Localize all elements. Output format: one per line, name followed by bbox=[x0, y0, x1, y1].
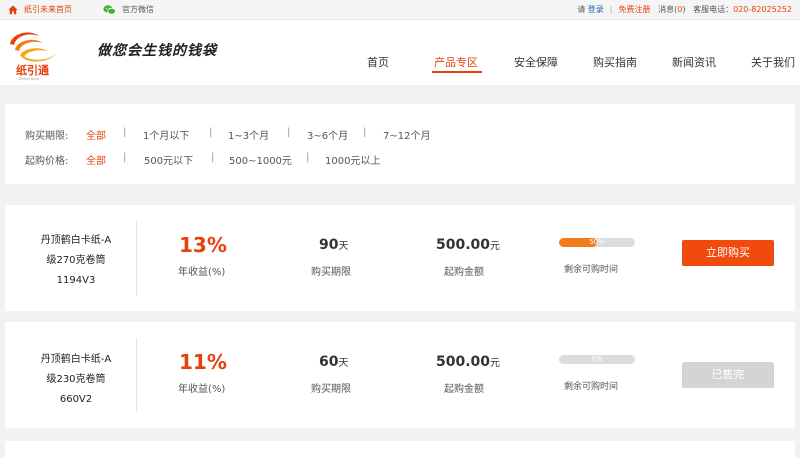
site-header: 纸引通 Zhiyin tong 做您会生钱的钱袋 首页 产品专区 安全保障 购买… bbox=[0, 20, 800, 85]
nav-guide[interactable]: 购买指南 bbox=[593, 54, 637, 70]
home-icon bbox=[8, 5, 18, 14]
progress-label: 剩余可购时间 bbox=[564, 382, 619, 392]
product-name-line: 丹顶鹤白卡纸-A bbox=[40, 235, 112, 246]
term-unit: 天 bbox=[338, 358, 349, 369]
annual-rate-label: 年收益(%) bbox=[178, 267, 226, 278]
product-name-line: 级270克卷筒 bbox=[46, 255, 106, 266]
progress-label: 剩余可购时间 bbox=[564, 265, 619, 275]
top-bar: 纸引未来首页 官方微信 请 登录 | 免费注册 消息(0) 客服电话： 020-8… bbox=[0, 0, 800, 20]
purchase-term: 60天 bbox=[319, 354, 348, 370]
user-links: 请 登录 | 免费注册 消息(0) 客服电话： 020-82025252 bbox=[577, 4, 792, 15]
nav-active-indicator bbox=[432, 71, 482, 73]
filter-period-under-1m[interactable]: 1个月以下 bbox=[143, 127, 189, 142]
logo-icon: 纸引通 Zhiyin tong bbox=[10, 32, 56, 81]
filter-price-label: 起购价格: bbox=[25, 156, 69, 167]
term-value: 60 bbox=[319, 354, 339, 370]
filter-row-period: 购买期限: 全部 | 1个月以下 | 1~3个月 | 3~6个月 | 7~12个… bbox=[25, 127, 785, 142]
product-card: 丹顶鹤白卡纸-A 级270克卷筒 1194V3 13% 年收益(%) 90天 购… bbox=[5, 205, 795, 311]
filter-divider: | bbox=[123, 127, 127, 138]
progress-bar: 0% bbox=[559, 355, 635, 364]
product-name-line: 丹顶鹤白卡纸-A bbox=[40, 354, 112, 365]
filter-period-all[interactable]: 全部 bbox=[86, 127, 106, 142]
filter-period-3-6m[interactable]: 3~6个月 bbox=[307, 127, 348, 142]
product-name[interactable]: 丹顶鹤白卡纸-A 级230克卷筒 660V2 bbox=[25, 350, 127, 410]
filter-period-7-12m[interactable]: 7~12个月 bbox=[383, 127, 430, 142]
product-name-line: 1194V3 bbox=[56, 275, 96, 286]
purchase-term-label: 购买期限 bbox=[311, 384, 351, 395]
purchase-term: 90天 bbox=[319, 237, 348, 253]
wechat-icon bbox=[103, 4, 116, 15]
annual-rate: 13% bbox=[179, 233, 227, 257]
wechat-link[interactable]: 官方微信 bbox=[103, 4, 154, 15]
filter-divider: | bbox=[211, 152, 215, 163]
annual-rate-label: 年收益(%) bbox=[178, 384, 226, 395]
term-value: 90 bbox=[319, 237, 339, 253]
logo-text: 纸引通 bbox=[16, 63, 49, 77]
nav-home[interactable]: 首页 bbox=[367, 54, 389, 70]
purchase-term-label: 购买期限 bbox=[311, 267, 351, 278]
min-amount: 500.00元 bbox=[436, 354, 500, 370]
min-amount-label: 起购金额 bbox=[444, 267, 484, 278]
filter-price-under-500[interactable]: 500元以下 bbox=[144, 152, 193, 167]
filter-divider: | bbox=[306, 152, 310, 163]
filter-price-all[interactable]: 全部 bbox=[86, 152, 106, 167]
nav-security[interactable]: 安全保障 bbox=[514, 54, 558, 70]
product-card-partial bbox=[5, 441, 795, 458]
amount-unit: 元 bbox=[490, 358, 501, 369]
please-text: 请 bbox=[577, 5, 586, 14]
home-link-label: 纸引未来首页 bbox=[24, 5, 72, 14]
logo-small-text: Zhiyin tong bbox=[19, 77, 39, 81]
filter-period-label: 购买期限: bbox=[25, 131, 69, 142]
wechat-link-label: 官方微信 bbox=[122, 5, 154, 14]
site-logo[interactable]: 纸引通 Zhiyin tong bbox=[6, 27, 60, 81]
filter-divider: | bbox=[209, 127, 213, 138]
buy-now-button[interactable]: 立即购买 bbox=[682, 240, 774, 266]
card-divider bbox=[136, 221, 137, 295]
card-divider bbox=[136, 338, 137, 412]
filter-period-1-3m[interactable]: 1~3个月 bbox=[228, 127, 269, 142]
product-name[interactable]: 丹顶鹤白卡纸-A 级270克卷筒 1194V3 bbox=[25, 231, 127, 291]
messages-link[interactable]: 消息(0) bbox=[658, 4, 685, 15]
filter-panel: 购买期限: 全部 | 1个月以下 | 1~3个月 | 3~6个月 | 7~12个… bbox=[5, 104, 795, 184]
filter-price-500-1000[interactable]: 500~1000元 bbox=[229, 152, 292, 167]
progress-bar: 50% bbox=[559, 238, 635, 247]
product-card: 丹顶鹤白卡纸-A 级230克卷筒 660V2 11% 年收益(%) 60天 购买… bbox=[5, 322, 795, 428]
messages-label: 消息( bbox=[658, 5, 678, 14]
progress-text: 0% bbox=[591, 355, 603, 363]
amount-unit: 元 bbox=[490, 241, 501, 252]
min-amount: 500.00元 bbox=[436, 237, 500, 253]
home-link[interactable]: 纸引未来首页 bbox=[8, 4, 72, 15]
product-name-line: 660V2 bbox=[59, 394, 93, 405]
min-amount-label: 起购金额 bbox=[444, 384, 484, 395]
product-name-line: 级230克卷筒 bbox=[46, 374, 106, 385]
term-unit: 天 bbox=[338, 241, 349, 252]
messages-close: ) bbox=[682, 5, 686, 14]
filter-divider: | bbox=[287, 127, 291, 138]
filter-divider: | bbox=[123, 152, 127, 163]
register-link[interactable]: 免费注册 bbox=[619, 4, 651, 15]
amount-value: 500.00 bbox=[436, 354, 491, 370]
login-link[interactable]: 登录 bbox=[588, 4, 604, 15]
amount-value: 500.00 bbox=[436, 237, 491, 253]
separator: | bbox=[609, 5, 613, 14]
site-slogan: 做您会生钱的钱袋 bbox=[97, 43, 217, 59]
hotline-label: 客服电话： bbox=[693, 5, 734, 14]
nav-news[interactable]: 新闻资讯 bbox=[672, 54, 716, 70]
annual-rate: 11% bbox=[179, 350, 227, 374]
filter-price-over-1000[interactable]: 1000元以上 bbox=[325, 152, 380, 167]
filter-row-price: 起购价格: 全部 | 500元以下 | 500~1000元 | 1000元以上 bbox=[25, 152, 785, 167]
progress-text: 50% bbox=[589, 238, 605, 246]
sold-out-button: 已售完 bbox=[682, 362, 774, 388]
nav-products[interactable]: 产品专区 bbox=[434, 54, 478, 70]
hotline-number: 020-82025252 bbox=[733, 5, 792, 14]
nav-about[interactable]: 关于我们 bbox=[751, 54, 795, 70]
filter-divider: | bbox=[363, 127, 367, 138]
